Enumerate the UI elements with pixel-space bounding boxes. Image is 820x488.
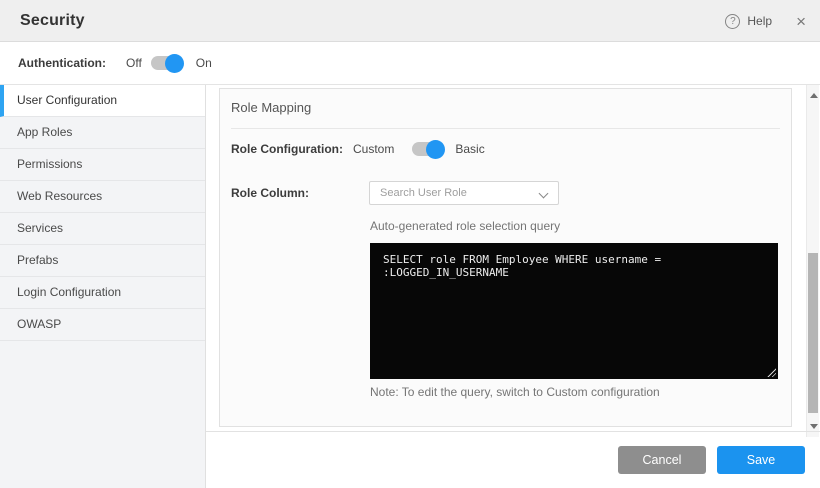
authentication-label: Authentication: [18,56,106,70]
vertical-scrollbar[interactable] [806,85,819,437]
help-icon: ? [725,14,740,29]
scroll-down-arrow-icon[interactable] [810,424,818,429]
header-actions: ? Help × [725,0,806,42]
role-mapping-panel: Role Mapping Role Configuration: Custom … [219,88,792,427]
role-column-row: Role Column: Search User Role [231,181,559,205]
cancel-button[interactable]: Cancel [618,446,706,474]
sidebar-item-prefabs[interactable]: Prefabs [0,245,205,277]
chevron-down-icon [539,189,549,199]
sidebar-item-services[interactable]: Services [0,213,205,245]
authentication-on-label: On [196,56,212,70]
security-dialog: Security ? Help × Authentication: Off On… [0,0,820,488]
panel-title-divider [231,128,780,129]
page-title: Security [20,0,85,42]
sidebar-item-user-configuration[interactable]: User Configuration [0,85,205,117]
authentication-toggle-knob [165,54,184,73]
sidebar-item-owasp[interactable]: OWASP [0,309,205,341]
query-textarea[interactable]: SELECT role FROM Employee WHERE username… [370,243,778,379]
help-button[interactable]: ? Help [725,14,772,29]
role-configuration-toggle[interactable] [412,142,444,156]
close-icon[interactable]: × [796,13,806,30]
sidebar-item-app-roles[interactable]: App Roles [0,117,205,149]
save-button[interactable]: Save [717,446,805,474]
help-label: Help [747,14,772,28]
query-note: Note: To edit the query, switch to Custo… [370,385,660,399]
role-column-select-placeholder: Search User Role [380,182,467,204]
resize-handle-icon[interactable] [766,367,776,377]
query-text: SELECT role FROM Employee WHERE username… [383,253,769,279]
sidebar-item-permissions[interactable]: Permissions [0,149,205,181]
sidebar-item-web-resources[interactable]: Web Resources [0,181,205,213]
role-column-label: Role Column: [231,186,353,200]
dialog-header: Security ? Help × [0,0,820,42]
role-column-select[interactable]: Search User Role [369,181,559,205]
sidebar-item-login-configuration[interactable]: Login Configuration [0,277,205,309]
settings-sidebar: User Configuration App Roles Permissions… [0,85,206,488]
scrollbar-thumb[interactable] [808,253,818,413]
authentication-off-label: Off [126,56,142,70]
query-section-label: Auto-generated role selection query [370,219,560,233]
custom-option-label: Custom [353,142,394,156]
role-configuration-label: Role Configuration: [231,142,353,156]
role-configuration-row: Role Configuration: Custom Basic [231,139,485,159]
panel-title: Role Mapping [231,100,311,115]
authentication-toggle[interactable] [151,56,183,70]
footer-divider [206,431,820,432]
role-configuration-toggle-knob [426,140,445,159]
basic-option-label: Basic [455,142,484,156]
authentication-row: Authentication: Off On [0,42,820,85]
scroll-up-arrow-icon[interactable] [810,93,818,98]
